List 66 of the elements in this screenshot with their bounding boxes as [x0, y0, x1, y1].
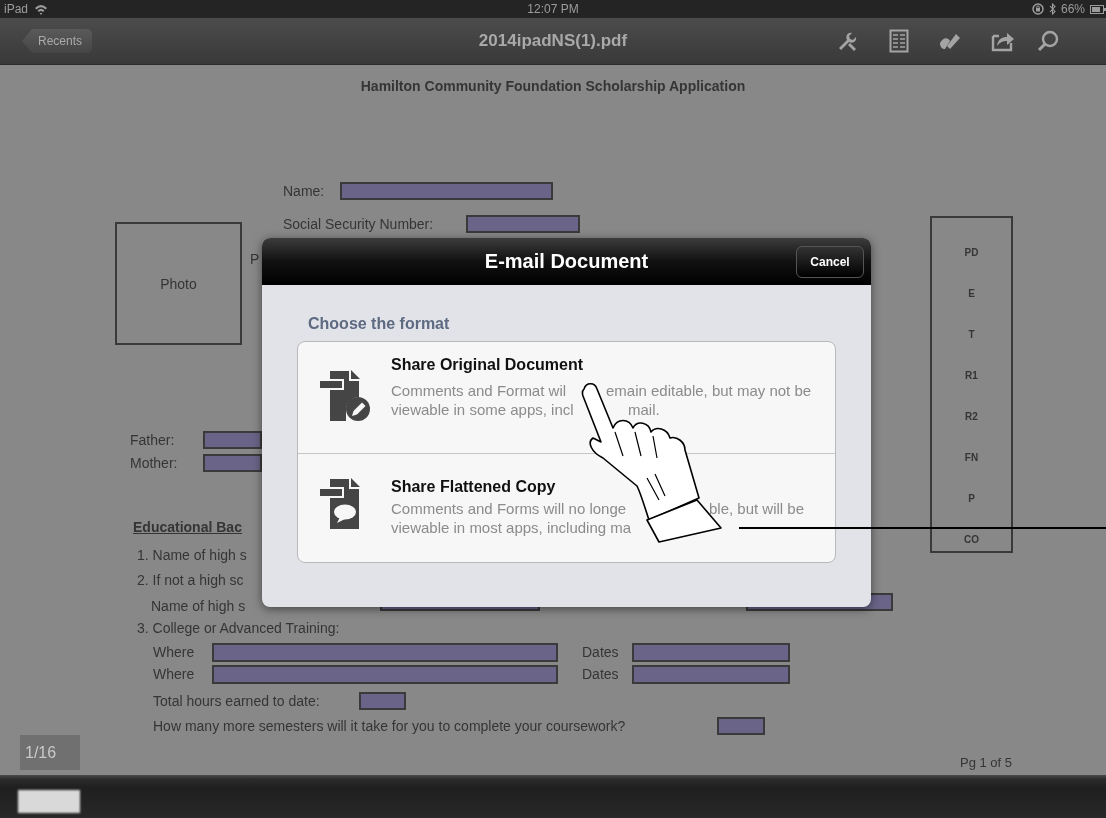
code-label: R2 [965, 410, 978, 424]
form-label: Name: [283, 182, 326, 201]
form-label: Dates [582, 643, 620, 662]
form-label: P [250, 250, 260, 269]
document-title: 2014ipadNS(1).pdf [478, 31, 628, 51]
code-label: P [968, 492, 975, 506]
status-time: 12:07 PM [527, 2, 579, 16]
option-title: Share Flattened Copy [391, 477, 556, 497]
option-description: mail. [628, 400, 660, 419]
battery-percent: 66% [1060, 2, 1085, 16]
code-label: R1 [965, 369, 978, 383]
share-icon[interactable] [991, 30, 1015, 52]
page-indicator: 1/16 [20, 735, 80, 770]
form-field[interactable] [632, 642, 790, 662]
back-button[interactable]: Recents [22, 29, 92, 53]
search-icon[interactable] [1036, 29, 1060, 53]
form-label: 2. If not a high sc [137, 571, 244, 590]
page-number: Pg 1 of 5 [960, 754, 1013, 772]
form-title: Hamilton Community Foundation Scholarship Application [359, 77, 747, 94]
bluetooth-icon [1048, 3, 1056, 15]
page-thumbnail[interactable] [18, 790, 80, 813]
form-label: Social Security Number: [283, 215, 435, 234]
form-field[interactable] [359, 692, 406, 710]
code-label: T [968, 328, 975, 342]
option-description: ble, but will be [709, 499, 805, 518]
cancel-button[interactable]: Cancel [796, 245, 864, 278]
option-description: viewable in most apps, including ma [391, 518, 632, 537]
document-pencil-icon [318, 369, 371, 422]
section-label: Choose the format [308, 314, 450, 334]
option-description: Comments and Format wil [391, 381, 567, 400]
form-label: Mother: [130, 454, 179, 473]
rotation-lock-icon [1031, 3, 1044, 15]
photo-field[interactable]: Photo [115, 222, 242, 345]
page-layout-icon[interactable] [889, 29, 909, 53]
form-label: 1. Name of high s [137, 546, 247, 565]
code-label: E [968, 287, 975, 301]
dialog-title: E-mail Document [484, 250, 649, 273]
form-field[interactable] [203, 431, 262, 449]
form-field[interactable] [380, 607, 540, 611]
form-field[interactable] [717, 717, 765, 735]
section-heading: Educational Bac [133, 518, 242, 537]
code-label: PD [964, 246, 979, 260]
form-field[interactable] [203, 454, 262, 472]
option-title: Share Original Document [391, 355, 584, 375]
form-label: Father: [130, 431, 176, 450]
form-label: Where [153, 665, 196, 684]
form-label: Where [153, 643, 196, 662]
form-field[interactable] [466, 215, 580, 233]
option-description: emain editable, but may not be [606, 381, 812, 400]
option-description: Comments and Forms will no longe [391, 499, 627, 518]
form-label: 3. College or Advanced Training: [137, 619, 340, 638]
form-field[interactable] [340, 182, 553, 200]
code-label: FN [964, 451, 979, 465]
form-field[interactable] [632, 664, 790, 684]
battery-icon [1090, 4, 1106, 14]
form-label: Name of high s [151, 597, 247, 616]
device-name: iPad [4, 2, 29, 16]
option-description: viewable in some apps, incl [391, 400, 574, 419]
form-label: Total hours earned to date: [153, 692, 321, 711]
form-field[interactable] [212, 664, 558, 684]
form-label: How many more semesters will it take for you to complete your coursework? [153, 717, 627, 736]
format-option[interactable]: Share Original Document Comments and Format wil emain editable, but may not be viewable in some apps, incl mail. [298, 342, 835, 453]
form-label: Dates [582, 665, 620, 684]
form-field[interactable] [212, 642, 558, 662]
wifi-icon [34, 3, 49, 15]
code-label: CO [964, 533, 979, 547]
